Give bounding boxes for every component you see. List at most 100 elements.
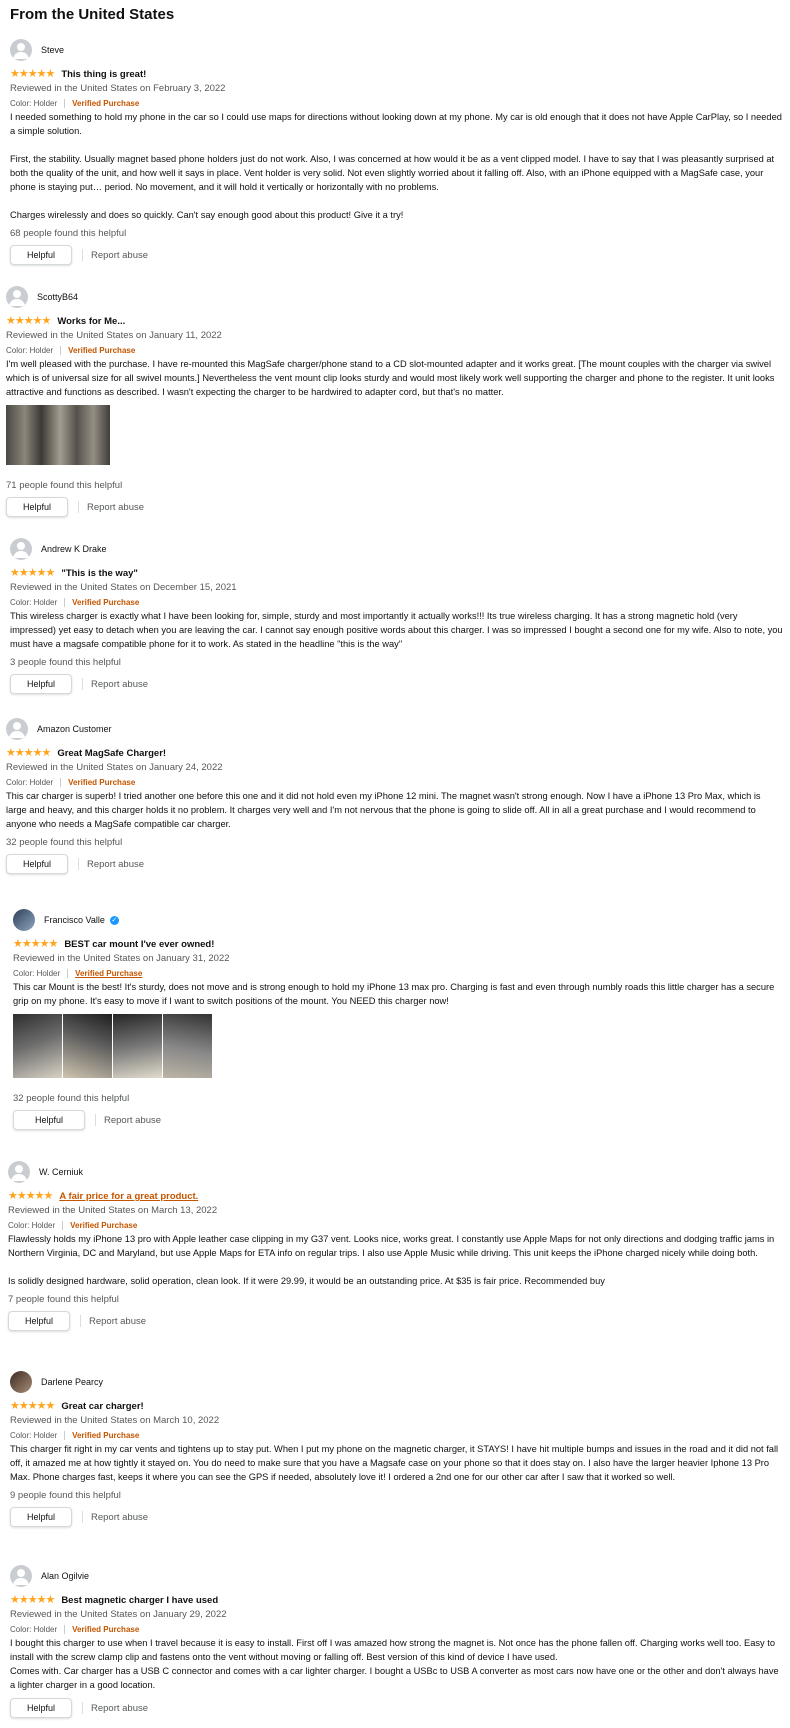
verified-purchase-badge: Verified Purchase [72,98,140,108]
reviewer-name: Amazon Customer [37,724,112,734]
reviewer-profile[interactable]: Amazon Customer [6,717,781,741]
review-image-thumbnail[interactable] [113,1014,162,1078]
report-abuse-link[interactable]: Report abuse [89,1316,146,1327]
review-body: I'm well pleased with the purchase. I ha… [6,359,775,397]
star-rating-icon[interactable]: ★★★★★ [6,316,51,327]
helpful-button[interactable]: Helpful [6,854,68,874]
review-date: Reviewed in the United States on March 1… [8,1205,218,1216]
review-card: Andrew K Drake ★★★★★ "This is the way" R… [10,537,785,694]
review-title[interactable]: Works for Me... [57,316,125,327]
section-heading: From the United States [10,6,175,23]
review-title[interactable]: Great MagSafe Charger! [57,748,166,759]
review-body: This car charger is superb! I tried anot… [6,791,761,829]
review-title[interactable]: "This is the way" [61,568,138,579]
review-variant: Color: Holder [6,777,54,787]
helpful-count: 32 people found this helpful [13,1093,130,1104]
verified-purchase-badge: Verified Purchase [72,1430,140,1440]
review-card: Steve ★★★★★ This thing is great! Reviewe… [10,38,785,265]
review-image-thumbnail[interactable] [63,1014,112,1078]
review-card: Amazon Customer ★★★★★ Great MagSafe Char… [6,717,781,874]
star-rating-icon[interactable]: ★★★★★ [10,568,55,579]
reviewer-name: Alan Ogilvie [41,1571,90,1581]
helpful-button[interactable]: Helpful [10,1698,72,1718]
verified-purchase-badge: Verified Purchase [72,597,140,607]
reviewer-profile[interactable]: Francisco Valle ✓ [13,908,788,932]
review-card: Darlene Pearcy ★★★★★ Great car charger! … [10,1370,785,1527]
report-abuse-link[interactable]: Report abuse [87,859,144,870]
avatar [6,718,28,740]
review-variant: Color: Holder [10,1430,58,1440]
reviewer-profile[interactable]: ScottyB64 [6,285,781,309]
review-card: ScottyB64 ★★★★★ Works for Me... Reviewed… [6,285,781,517]
helpful-button[interactable]: Helpful [10,245,72,265]
review-title[interactable]: Best magnetic charger I have used [61,1595,218,1606]
review-body: This charger fit right in my car vents a… [10,1444,779,1482]
review-title[interactable]: Great car charger! [61,1401,143,1412]
reviewer-name: ScottyB64 [37,292,79,302]
helpful-button[interactable]: Helpful [6,497,68,517]
reviewer-profile[interactable]: Steve [10,38,785,62]
helpful-count: 68 people found this helpful [10,228,127,239]
review-body: This car Mount is the best! It's sturdy,… [13,982,775,1006]
avatar [10,1565,32,1587]
helpful-count: 9 people found this helpful [10,1490,121,1501]
star-rating-icon[interactable]: ★★★★★ [13,939,58,950]
report-abuse-link[interactable]: Report abuse [91,1703,148,1714]
review-variant: Color: Holder [10,1624,58,1634]
helpful-button[interactable]: Helpful [10,1507,72,1527]
review-date: Reviewed in the United States on January… [6,330,222,341]
review-card: Francisco Valle ✓ ★★★★★ BEST car mount I… [13,908,788,1130]
helpful-button[interactable]: Helpful [10,674,72,694]
reviewer-profile[interactable]: W. Cerniuk [8,1160,783,1184]
review-title[interactable]: This thing is great! [61,69,146,80]
verified-purchase-badge: Verified Purchase [68,345,136,355]
review-date: Reviewed in the United States on January… [6,762,223,773]
review-title[interactable]: BEST car mount I've ever owned! [64,939,214,950]
reviewer-name: W. Cerniuk [39,1167,84,1177]
review-body: I needed something to hold my phone in t… [10,112,782,220]
helpful-count: 32 people found this helpful [6,837,123,848]
helpful-count: 71 people found this helpful [6,480,123,491]
star-rating-icon[interactable]: ★★★★★ [6,748,51,759]
report-abuse-link[interactable]: Report abuse [91,250,148,261]
review-date: Reviewed in the United States on Februar… [10,83,226,94]
review-title[interactable]: A fair price for a great product. [59,1191,198,1202]
review-image-thumbnail[interactable] [13,1014,62,1078]
review-body: Flawlessly holds my iPhone 13 pro with A… [8,1234,775,1286]
helpful-button[interactable]: Helpful [13,1110,85,1130]
verified-purchase-badge[interactable]: Verified Purchase [75,969,142,978]
report-abuse-link[interactable]: Report abuse [104,1115,161,1126]
star-rating-icon[interactable]: ★★★★★ [10,69,55,80]
helpful-button[interactable]: Helpful [8,1311,70,1331]
reviewer-name: Darlene Pearcy [41,1377,104,1387]
avatar [10,538,32,560]
review-variant: Color: Holder [10,98,58,108]
avatar [6,286,28,308]
reviewer-profile[interactable]: Andrew K Drake [10,537,785,561]
report-abuse-link[interactable]: Report abuse [91,1512,148,1523]
star-rating-icon[interactable]: ★★★★★ [10,1401,55,1412]
review-date: Reviewed in the United States on March 1… [10,1415,220,1426]
verified-purchase-badge: Verified Purchase [70,1220,138,1230]
helpful-count: 7 people found this helpful [8,1294,119,1305]
review-body: This wireless charger is exactly what I … [10,611,783,649]
helpful-count: 3 people found this helpful [10,657,121,668]
review-image-thumbnail[interactable] [6,405,110,465]
star-rating-icon[interactable]: ★★★★★ [8,1191,53,1202]
avatar [10,39,32,61]
review-variant: Color: Holder [8,1220,56,1230]
review-images [13,1014,788,1078]
reviewer-profile[interactable]: Darlene Pearcy [10,1370,785,1394]
report-abuse-link[interactable]: Report abuse [87,502,144,513]
review-variant: Color: Holder [13,968,61,978]
avatar [8,1161,30,1183]
review-card: W. Cerniuk ★★★★★ A fair price for a grea… [8,1160,783,1331]
reviewer-profile[interactable]: Alan Ogilvie [10,1564,785,1588]
reviewer-name: Francisco Valle [44,915,105,925]
reviewer-name: Steve [41,45,65,55]
review-variant: Color: Holder [10,597,58,607]
report-abuse-link[interactable]: Report abuse [91,679,148,690]
star-rating-icon[interactable]: ★★★★★ [10,1595,55,1606]
review-date: Reviewed in the United States on January… [13,953,230,964]
review-image-thumbnail[interactable] [163,1014,212,1078]
